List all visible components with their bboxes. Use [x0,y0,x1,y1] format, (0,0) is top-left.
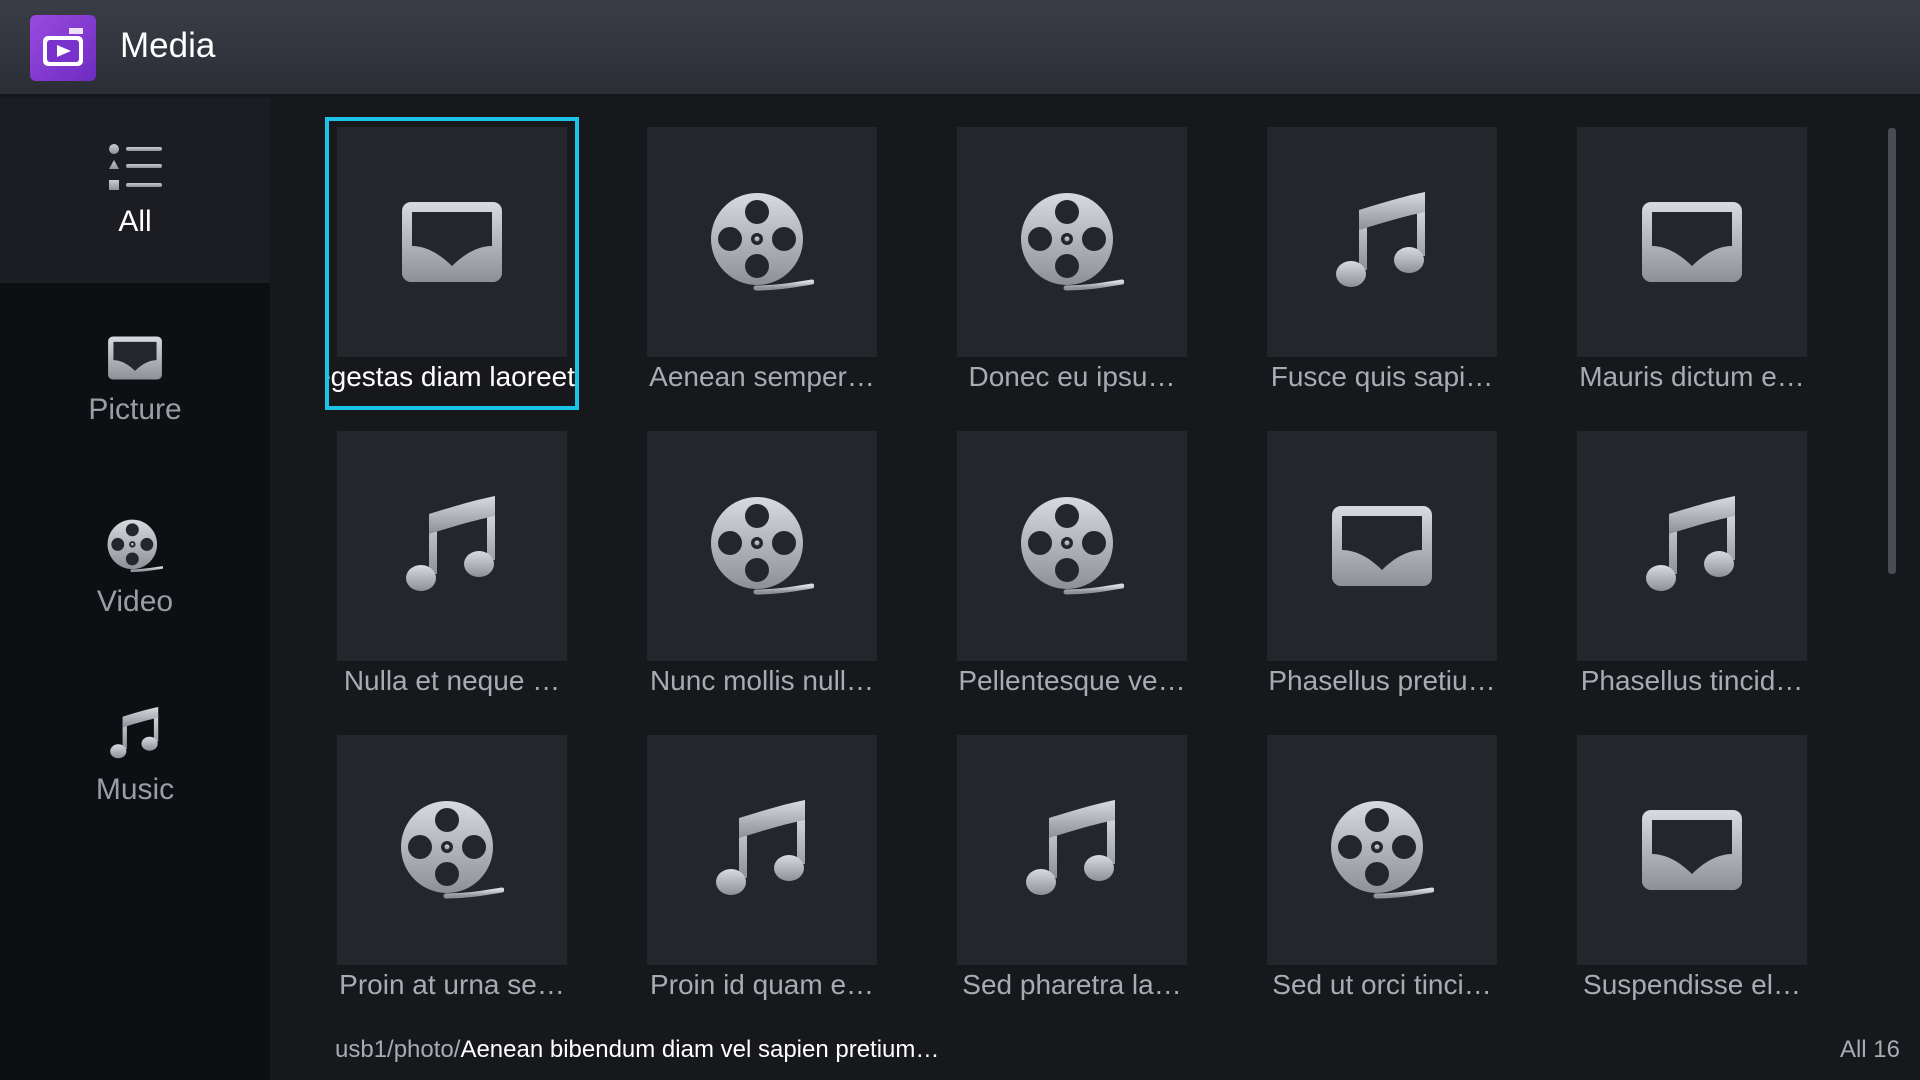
media-tile[interactable]: Proin id quam e… [630,718,880,1008]
media-thumbnail [1577,127,1807,357]
media-tile[interactable]: Suspendisse el… [1560,718,1810,1008]
media-tile[interactable]: Sed pharetra la… [940,718,1190,1008]
media-thumbnail [337,431,567,661]
film-reel-icon [710,192,814,292]
media-caption: Donec eu ipsu… [968,361,1176,392]
film-reel-icon [1020,496,1124,596]
media-tile[interactable]: Pellentesque ve… [940,414,1190,704]
sidebar-item-video[interactable]: Video [0,476,270,661]
media-caption: Phasellus tincid… [1580,665,1804,696]
sidebar-item-label: Video [96,584,174,618]
film-reel-icon [400,800,504,900]
media-caption: Nunc mollis null… [649,665,875,696]
music-note-icon [1335,192,1429,292]
media-thumbnail [957,127,1187,357]
media-thumbnail [957,735,1187,965]
path-prefix: usb1/photo/ [335,1036,461,1063]
sidebar-item-label: Picture [88,392,182,426]
media-thumbnail [337,735,567,965]
media-thumbnail [1267,735,1497,965]
media-caption: Sed pharetra la… [962,969,1182,1000]
music-note-icon [1645,496,1739,596]
picture-icon [107,335,163,381]
media-caption: Fusce quis sapi… [1270,361,1494,392]
sidebar-item-label: All [118,204,152,238]
sidebar-item-label: Music [95,772,175,806]
film-reel-icon [1020,192,1124,292]
film-reel-icon [710,496,814,596]
film-reel-icon [107,519,163,573]
media-thumbnail [647,127,877,357]
media-caption: Aenean semper… [649,361,875,392]
picture-icon [1640,200,1744,284]
music-note-icon [109,707,161,761]
sidebar-item-picture[interactable]: Picture [0,288,270,473]
picture-icon [1640,808,1744,892]
media-app-icon [30,15,96,81]
media-caption: Mauris dictum e… [1579,361,1805,392]
media-tile[interactable]: Nulla et neque … [320,414,570,704]
category-sidebar: All Picture Video Music [0,98,270,1080]
media-caption: Proin at urna se… [339,969,565,1000]
media-tile[interactable]: Mauris dictum e… [1560,110,1810,400]
media-caption: Suspendisse el… [1583,969,1801,1000]
media-tile[interactable]: Sed ut orci tinci… [1250,718,1500,1008]
list-icon [109,143,162,190]
sidebar-item-all[interactable]: All [0,98,270,283]
media-caption: egestas diam laoreet [329,361,575,392]
music-note-icon [405,496,499,596]
media-thumbnail [647,431,877,661]
media-caption: Pellentesque ve… [958,665,1186,696]
media-caption: Sed ut orci tinci… [1272,969,1492,1000]
media-tile[interactable]: Nunc mollis null… [630,414,880,704]
media-tile[interactable]: Proin at urna se… [320,718,570,1008]
media-thumbnail [1577,735,1807,965]
sidebar-item-music[interactable]: Music [0,664,270,849]
media-tile[interactable]: Aenean semper… [630,110,880,400]
media-caption: Proin id quam e… [649,969,875,1000]
media-thumbnail [1267,431,1497,661]
path-filename: Aenean bibendum diam vel sapien pretium… [460,1036,940,1063]
media-thumbnail [957,431,1187,661]
item-count: All 16 [1839,1036,1900,1063]
app-header: Media [0,0,1920,96]
grid-scrollbar[interactable] [1888,128,1896,574]
media-tile[interactable]: Phasellus tincid… [1560,414,1810,704]
music-note-icon [715,800,809,900]
media-tile[interactable]: egestas diam laoreet [320,110,579,410]
media-grid: egestas diam laoreet Aenean semper… Donec … [320,110,1840,1010]
music-note-icon [1025,800,1119,900]
app-title: Media [120,26,216,65]
media-caption: Nulla et neque … [343,665,561,696]
media-thumbnail [1267,127,1497,357]
film-reel-icon [1330,800,1434,900]
media-thumbnail [1577,431,1807,661]
media-tile[interactable]: Phasellus pretiu… [1250,414,1500,704]
media-tile[interactable]: Fusce quis sapi… [1250,110,1500,400]
media-caption: Phasellus pretiu… [1268,665,1496,696]
file-path: usb1/photo/Aenean bibendum diam vel sapi… [335,1036,939,1064]
media-tile[interactable]: Donec eu ipsu… [940,110,1190,400]
media-thumbnail [647,735,877,965]
picture-icon [1330,504,1434,588]
